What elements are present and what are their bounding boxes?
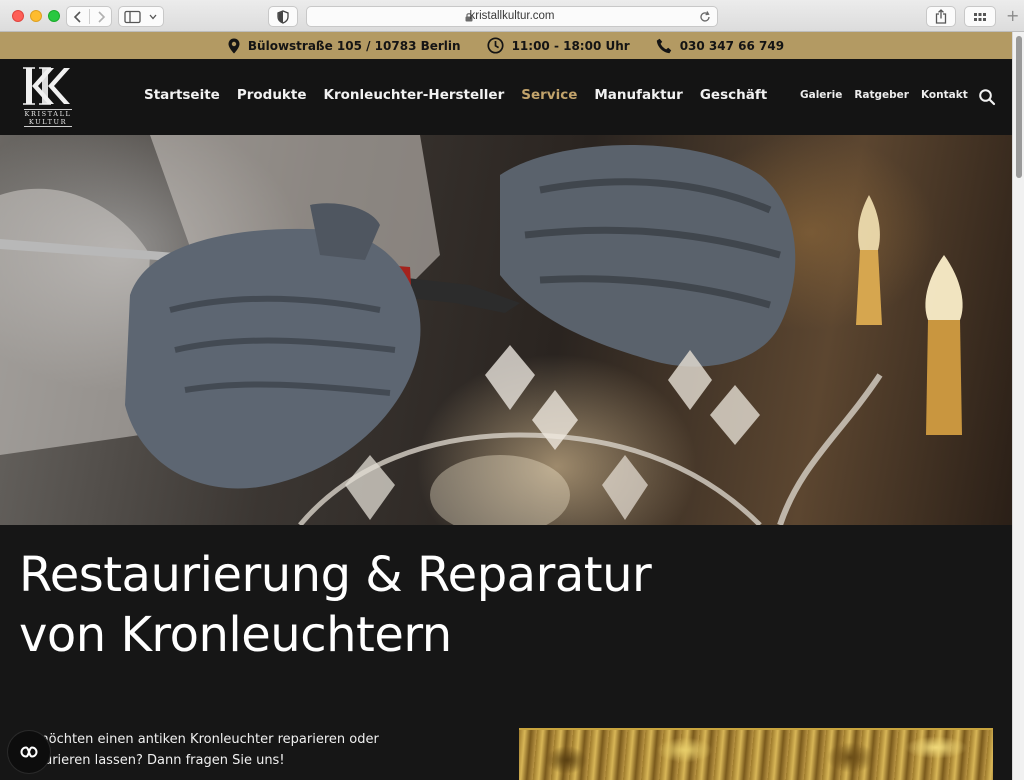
sidebar-icon — [124, 10, 157, 23]
chevron-right-icon — [98, 11, 106, 23]
new-tab-button[interactable]: + — [1006, 8, 1019, 24]
forward-button[interactable] — [96, 10, 106, 24]
share-icon — [935, 9, 947, 24]
site-header: KRISTALL KULTUR Startseite Produkte Kron… — [0, 59, 1012, 135]
nav-produkte[interactable]: Produkte — [237, 87, 307, 103]
back-button[interactable] — [73, 10, 83, 24]
address-info[interactable]: Bülowstraße 105 / 10783 Berlin — [228, 38, 461, 54]
tab-overview-button[interactable] — [964, 6, 996, 27]
reload-icon[interactable] — [698, 10, 712, 24]
opening-hours-text: 11:00 - 18:00 Uhr — [511, 38, 630, 53]
minimize-window-button[interactable] — [30, 10, 42, 22]
nav-geschaeft[interactable]: Geschäft — [700, 87, 767, 103]
chevron-left-icon — [73, 11, 81, 23]
nav-kronleuchter-hersteller[interactable]: Kronleuchter-Hersteller — [324, 87, 505, 103]
page-title-line-2: von Kronleuchtern — [19, 607, 452, 663]
map-pin-icon — [228, 38, 240, 53]
phone-text: 030 347 66 749 — [679, 38, 785, 53]
intro-text: möchten einen antiken Kronleuchter repar… — [36, 729, 456, 771]
close-window-button[interactable] — [12, 10, 24, 22]
intro-text-line-2: aurieren lassen? Dann fragen Sie uns! — [36, 753, 285, 768]
site-logo[interactable]: KRISTALL KULTUR — [20, 66, 76, 128]
hero-image — [0, 135, 1012, 525]
page-title: Restaurierung & Reparatur von Kronleucht… — [19, 545, 652, 665]
address-text: Bülowstraße 105 / 10783 Berlin — [247, 38, 461, 53]
gilded-frame-image — [519, 728, 993, 780]
logo-rule — [24, 126, 72, 127]
phone-info[interactable]: 030 347 66 749 — [656, 38, 784, 54]
grid-icon — [974, 12, 986, 21]
logo-text-kultur: KULTUR — [28, 118, 68, 126]
shield-icon — [277, 9, 289, 24]
clock-icon — [487, 37, 504, 54]
page-title-line-1: Restaurierung & Reparatur — [19, 547, 652, 603]
main-navigation: Startseite Produkte Kronleuchter-Herstel… — [144, 87, 767, 103]
nav-galerie[interactable]: Galerie — [800, 89, 842, 101]
url-text: kristallkultur.com — [469, 10, 555, 22]
zoom-window-button[interactable] — [48, 10, 60, 22]
scrollbar-thumb[interactable] — [1016, 36, 1022, 178]
main-content: Restaurierung & Reparatur von Kronleucht… — [0, 525, 1012, 780]
search-icon[interactable] — [978, 88, 996, 106]
opening-hours-info: 11:00 - 18:00 Uhr — [487, 37, 630, 54]
address-bar[interactable]: kristallkultur.com — [306, 6, 718, 27]
share-button[interactable] — [926, 6, 956, 27]
divider — [89, 9, 90, 24]
secondary-navigation: Galerie Ratgeber Kontakt — [800, 89, 968, 101]
nav-kontakt[interactable]: Kontakt — [921, 89, 968, 101]
nav-manufaktur[interactable]: Manufaktur — [594, 87, 682, 103]
privacy-report-button[interactable] — [268, 6, 298, 27]
browser-toolbar: kristallkultur.com + — [0, 0, 1024, 32]
logo-text-kristall: KRISTALL — [24, 110, 72, 118]
cookie-consent-icon — [20, 746, 38, 758]
nav-ratgeber[interactable]: Ratgeber — [854, 89, 909, 101]
page-scrollbar[interactable] — [1012, 32, 1024, 780]
intro-text-line-1: möchten einen antiken Kronleuchter repar… — [36, 732, 379, 747]
back-forward-control — [66, 6, 112, 27]
sidebar-toggle-button[interactable] — [118, 6, 164, 27]
contact-info-bar: Bülowstraße 105 / 10783 Berlin 11:00 - 1… — [0, 32, 1012, 59]
nav-service[interactable]: Service — [521, 87, 577, 103]
nav-startseite[interactable]: Startseite — [144, 87, 220, 103]
phone-icon — [656, 38, 671, 53]
browser-window: { "browser": { "url": "kristallkultur.co… — [0, 0, 1024, 780]
cookie-settings-button[interactable] — [8, 731, 50, 773]
kk-monogram-logo — [23, 67, 70, 105]
hero-illustration — [0, 135, 963, 525]
